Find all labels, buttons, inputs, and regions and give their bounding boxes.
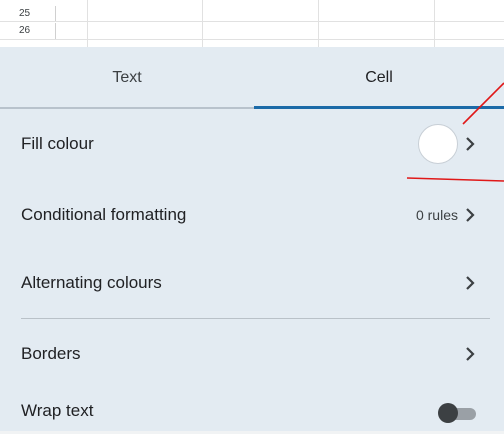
format-tabs: Text Cell (0, 47, 504, 109)
fill-colour-label: Fill colour (21, 134, 94, 153)
fill-colour-row[interactable]: Fill colour (0, 115, 504, 173)
wrap-text-row[interactable]: Wrap text (0, 383, 504, 434)
column-divider (202, 0, 203, 47)
column-divider (434, 0, 435, 47)
chevron-right-icon (463, 345, 477, 363)
chevron-right-icon (463, 274, 477, 292)
chevron-right-icon (463, 206, 477, 224)
row-number[interactable]: 25 (0, 6, 56, 21)
sheet-row[interactable]: 26 (0, 23, 504, 40)
fill-colour-swatch[interactable] (418, 124, 458, 164)
format-panel: Text Cell Fill colour Conditional format… (0, 47, 504, 434)
borders-row[interactable]: Borders (0, 325, 504, 383)
tab-selected-indicator (254, 106, 504, 109)
rules-count: 0 rules (415, 207, 458, 223)
tab-text[interactable]: Text (0, 47, 254, 109)
wrap-text-toggle[interactable] (438, 403, 476, 423)
borders-label: Borders (21, 344, 81, 363)
wrap-text-label: Wrap text (21, 401, 94, 420)
sheet-row[interactable]: 25 (0, 6, 504, 22)
column-divider (87, 0, 88, 47)
conditional-formatting-label: Conditional formatting (21, 205, 187, 224)
spreadsheet-grid: 25 26 (0, 0, 504, 47)
chevron-right-icon (463, 135, 477, 153)
column-divider (318, 0, 319, 47)
conditional-formatting-row[interactable]: Conditional formatting 0 rules (0, 186, 504, 244)
section-divider (21, 318, 490, 319)
row-number[interactable]: 26 (0, 23, 56, 39)
alternating-colours-label: Alternating colours (21, 273, 162, 292)
toggle-knob (438, 403, 458, 423)
alternating-colours-row[interactable]: Alternating colours (0, 254, 504, 312)
tab-cell[interactable]: Cell (254, 47, 504, 109)
